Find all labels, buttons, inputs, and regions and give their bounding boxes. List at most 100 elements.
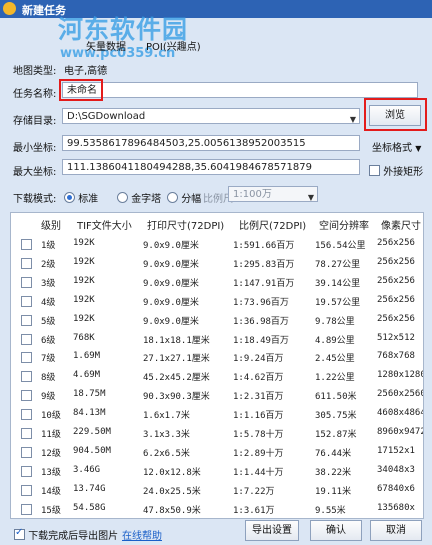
table-cell: 156.54公里: [315, 241, 366, 251]
header-scale: 比例尺(72DPI): [239, 221, 307, 232]
coord-format-dropdown[interactable]: 坐标格式 ▼: [372, 139, 421, 154]
table-cell: 8级: [41, 373, 56, 384]
table-cell: 9.55米: [315, 505, 346, 516]
table-cell: 1:1.16百万: [233, 411, 284, 422]
table-cell: 611.50米: [315, 392, 357, 403]
table-cell: 192K: [73, 313, 95, 324]
radio-icon: [167, 192, 178, 203]
row-checkbox[interactable]: [21, 239, 32, 250]
mode-option-pyramid[interactable]: 金字塔: [117, 190, 161, 205]
table-row[interactable]: 15级 54.58G 47.8x50.9米 1:3.61万 9.55米 135680x: [11, 498, 423, 518]
coord-format-label: 坐标格式: [372, 143, 412, 154]
browse-highlight: [364, 98, 427, 131]
table-cell: 256x256: [377, 256, 415, 267]
table-cell: 305.75米: [315, 411, 357, 422]
row-checkbox[interactable]: [21, 465, 32, 477]
tab-poi[interactable]: POI(兴趣点): [146, 38, 201, 53]
row-checkbox[interactable]: [21, 352, 32, 364]
row-checkbox[interactable]: [21, 333, 32, 345]
table-cell: 1:9.24百万: [233, 354, 284, 365]
storage-label: 存储目录:: [13, 116, 57, 127]
table-cell: 256x256: [377, 294, 415, 305]
table-cell: 76.44米: [315, 448, 352, 459]
table-cell: 2560x2560: [377, 389, 424, 400]
table-cell: 5级: [41, 316, 56, 327]
table-cell: 192K: [73, 275, 95, 286]
table-cell: 9.0x9.0厘米: [143, 316, 199, 327]
row-checkbox[interactable]: [21, 409, 32, 421]
max-coord-label: 最大坐标:: [13, 167, 57, 178]
row-checkbox[interactable]: [21, 257, 32, 269]
table-cell: 6.2x6.5米: [143, 448, 190, 459]
mode-label-frame: 分幅: [181, 194, 202, 205]
outer-rect-checkbox[interactable]: 外接矩形: [369, 163, 423, 178]
export-label: 下载完成后导出图片: [28, 531, 119, 542]
mode-option-frame[interactable]: 分幅: [167, 190, 201, 205]
app-icon: [3, 2, 16, 15]
row-checkbox[interactable]: [21, 314, 32, 326]
table-cell: 1:2.89十万: [233, 448, 284, 459]
table-cell: 15级: [41, 505, 61, 516]
table-cell: 192K: [73, 294, 95, 305]
row-checkbox[interactable]: [21, 428, 32, 439]
mode-option-standard[interactable]: 标准: [64, 190, 98, 205]
table-cell: 135680x: [377, 502, 415, 513]
table-cell: 9.0x9.0厘米: [143, 278, 199, 289]
table-cell: 45.2x45.2厘米: [143, 373, 210, 384]
table-cell: 10级: [41, 411, 61, 422]
row-checkbox[interactable]: [21, 484, 32, 496]
online-help-link[interactable]: 在线帮助: [122, 527, 162, 542]
table-cell: 1:3.61万: [233, 505, 275, 516]
checkbox-checked-icon: [14, 527, 25, 540]
max-coord-input[interactable]: 111.1386041180494288,35.6041984678571879: [62, 159, 360, 175]
table-cell: 512x512: [377, 332, 415, 343]
row-checkbox[interactable]: [21, 503, 32, 515]
table-cell: 38.22米: [315, 467, 352, 478]
table-cell: 17152x1: [377, 445, 415, 456]
tab-vector-data[interactable]: 矢量数据: [86, 38, 126, 53]
row-checkbox[interactable]: [21, 276, 32, 288]
scale-select[interactable]: 1:100万 ▼: [228, 186, 318, 202]
row-checkbox[interactable]: [21, 446, 32, 458]
header-resolution: 空间分辨率: [319, 221, 369, 232]
table-cell: 24.0x25.5米: [143, 486, 201, 497]
table-cell: 3级: [41, 278, 56, 289]
row-checkbox[interactable]: [21, 390, 32, 402]
table-cell: 4级: [41, 297, 56, 308]
table-cell: 9.0x9.0厘米: [143, 241, 199, 251]
table-cell: 54.58G: [73, 502, 106, 513]
table-cell: 256x256: [377, 313, 415, 324]
export-settings-button[interactable]: 导出设置: [245, 520, 299, 541]
table-cell: 2.45公里: [315, 354, 355, 365]
radio-selected-icon: [64, 192, 75, 203]
table-cell: 192K: [73, 238, 95, 248]
table-cell: 12.0x12.8米: [143, 467, 201, 478]
table-cell: 18.1x18.1厘米: [143, 335, 210, 346]
dropdown-arrow-icon: ▼: [307, 193, 314, 202]
level-table: 级别 TIF文件大小 打印尺寸(72DPI) 比例尺(72DPI) 空间分辨率 …: [10, 212, 424, 519]
table-cell: 19.11米: [315, 486, 352, 497]
ok-button[interactable]: 确认: [310, 520, 362, 541]
outer-rect-label: 外接矩形: [383, 167, 424, 178]
export-checkbox[interactable]: 下载完成后导出图片: [14, 527, 118, 542]
task-name-input[interactable]: 未命名: [62, 82, 418, 98]
map-type-value: 电子,高德: [64, 66, 108, 77]
storage-path-select[interactable]: D:\SGDownload ▼: [62, 108, 360, 124]
row-checkbox[interactable]: [21, 295, 32, 307]
dropdown-arrow-icon: ▼: [349, 115, 356, 124]
table-cell: 1:4.62百万: [233, 373, 284, 384]
table-cell: 11级: [41, 430, 61, 440]
row-checkbox[interactable]: [21, 371, 32, 383]
header-pixel-size: 像素尺寸: [381, 221, 421, 232]
min-coord-input[interactable]: 99.5358617896484503,25.0056138952003515: [62, 135, 360, 151]
chevron-down-icon: ▼: [415, 144, 422, 153]
header-print-size: 打印尺寸(72DPI): [147, 221, 225, 232]
table-cell: 1:591.66百万: [233, 241, 295, 251]
table-cell: 90.3x90.3厘米: [143, 392, 210, 403]
cancel-button[interactable]: 取消: [370, 520, 422, 541]
table-cell: 1.69M: [73, 351, 101, 362]
table-cell: 4.89公里: [315, 335, 355, 346]
table-cell: 3.46G: [73, 464, 101, 475]
storage-path-value: D:\SGDownload: [67, 111, 146, 122]
table-cell: 4.69M: [73, 370, 101, 381]
